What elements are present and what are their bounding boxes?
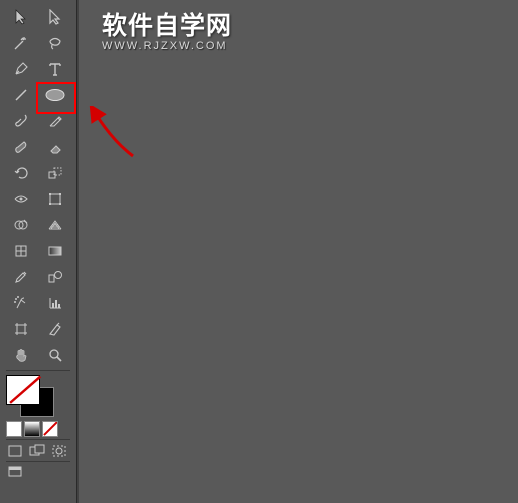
blend-tool[interactable] (40, 265, 70, 289)
blob-brush-tool[interactable] (6, 135, 36, 159)
fill-stroke-swatches[interactable] (6, 375, 56, 417)
screen-mode-button[interactable] (6, 464, 24, 480)
draw-behind-icon[interactable] (28, 443, 46, 459)
selection-tool[interactable] (6, 5, 36, 29)
scale-tool[interactable] (40, 161, 70, 185)
graph-tool[interactable] (40, 291, 70, 315)
fill-color-swatch[interactable] (6, 375, 40, 405)
shape-builder-tool[interactable] (6, 213, 36, 237)
draw-normal-icon[interactable] (6, 443, 24, 459)
color-mode-none[interactable] (42, 421, 58, 437)
annotation-arrow (88, 106, 148, 166)
eraser-tool[interactable] (40, 135, 70, 159)
tools-panel (0, 0, 77, 503)
pen-tool[interactable] (6, 57, 36, 81)
lasso-tool[interactable] (40, 31, 70, 55)
free-transform-tool[interactable] (40, 187, 70, 211)
watermark: 软件自学网 WWW.RJZXW.COM (102, 6, 232, 52)
rotate-tool[interactable] (6, 161, 36, 185)
draw-inside-icon[interactable] (50, 443, 68, 459)
ellipse-tool[interactable] (40, 83, 70, 107)
symbol-sprayer-tool[interactable] (6, 291, 36, 315)
width-tool[interactable] (6, 187, 36, 211)
hand-tool[interactable] (6, 343, 36, 367)
perspective-grid-tool[interactable] (40, 213, 70, 237)
magic-wand-tool[interactable] (6, 31, 36, 55)
color-mode-gradient[interactable] (24, 421, 40, 437)
slice-tool[interactable] (40, 317, 70, 341)
color-mode-solid[interactable] (6, 421, 22, 437)
pencil-tool[interactable] (40, 109, 70, 133)
gradient-tool[interactable] (40, 239, 70, 263)
watermark-url: WWW.RJZXW.COM (102, 40, 232, 52)
type-tool[interactable] (40, 57, 70, 81)
artboard-tool[interactable] (6, 317, 36, 341)
line-tool[interactable] (6, 83, 36, 107)
color-mode-row (6, 421, 76, 437)
watermark-title: 软件自学网 (102, 6, 232, 42)
direct-selection-tool[interactable] (40, 5, 70, 29)
eyedropper-tool[interactable] (6, 265, 36, 289)
screen-mode-row (6, 443, 76, 459)
mesh-tool[interactable] (6, 239, 36, 263)
zoom-tool[interactable] (40, 343, 70, 367)
brush-tool[interactable] (6, 109, 36, 133)
